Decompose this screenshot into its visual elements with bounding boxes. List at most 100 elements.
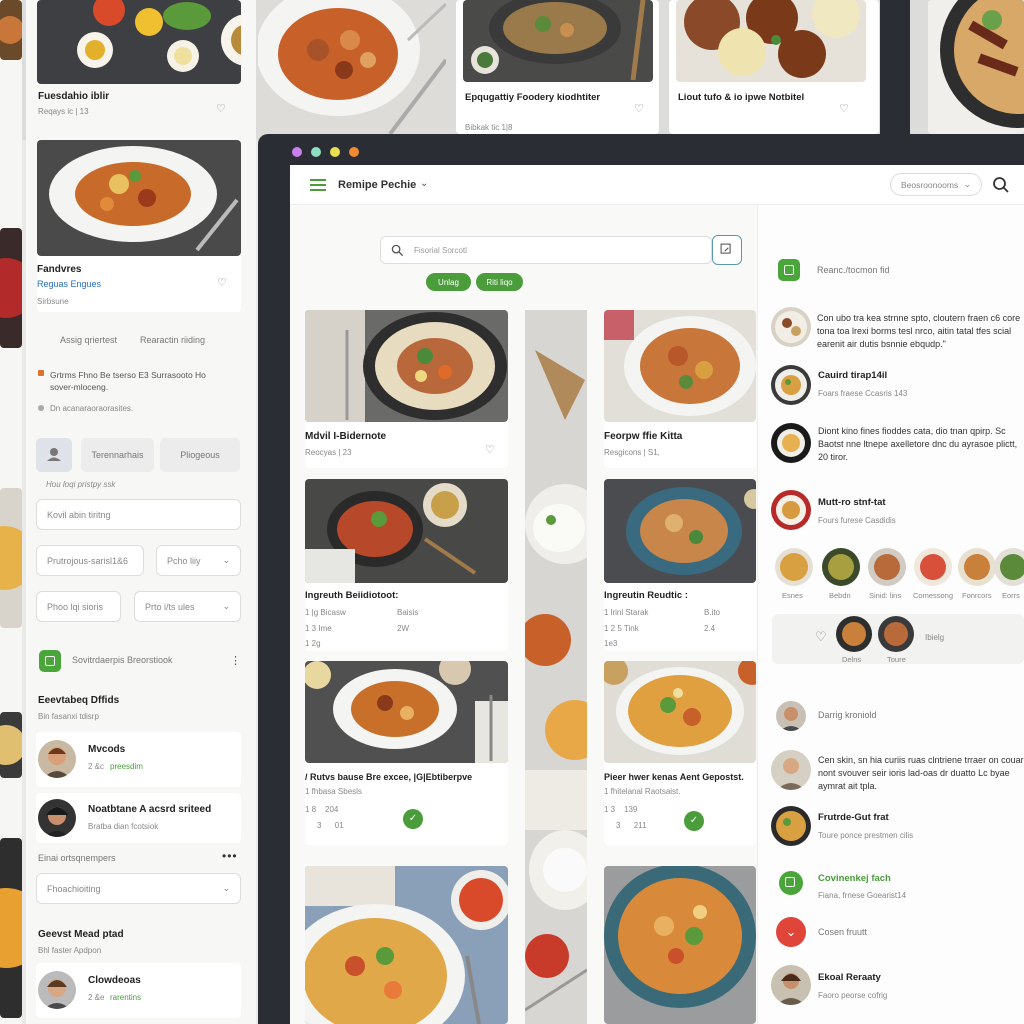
person-sub: Toure ponce prestmen cilis	[818, 831, 914, 840]
avatar-label: Bebdn	[829, 591, 851, 600]
avatar[interactable]	[878, 616, 914, 652]
avatar[interactable]	[914, 548, 952, 586]
text-input[interactable]: Kovil abin tiritng	[36, 499, 241, 530]
recipe-card[interactable]: Ingreuth Beiidiotoot: 1 |g Bicasw 1 3 Im…	[305, 479, 508, 651]
chevron-down-icon[interactable]: ⌄	[776, 917, 806, 947]
card-detail: 3 01	[317, 821, 344, 830]
card-detail: 3 211	[616, 821, 647, 830]
window-dot[interactable]	[349, 147, 359, 157]
menu-icon[interactable]	[310, 179, 326, 191]
heart-icon[interactable]: ♡	[634, 102, 644, 115]
select-dropdown[interactable]: Pcho liiy ⌄	[156, 545, 241, 576]
card-title: Ingreuth Beiidiotoot:	[305, 590, 399, 601]
heart-icon[interactable]: ♡	[217, 276, 227, 289]
card-meta: Reocyas | 23	[305, 448, 352, 457]
person-name: Cauird tirap14il	[818, 370, 888, 381]
feed-icon	[39, 650, 61, 672]
person-sub: Bratba dian fcotsiok	[88, 822, 159, 831]
recipe-card[interactable]: Mdvil I-Bidernote Reocyas | 23 ♡	[305, 310, 508, 468]
tab-button[interactable]: Pliogeous	[160, 438, 240, 472]
food-image	[525, 310, 587, 1024]
recipe-card[interactable]: / Rutvs bause Bre excee, |G|Ebtiberpve 1…	[305, 661, 508, 845]
check-icon[interactable]: ✓	[684, 811, 704, 831]
food-image	[37, 140, 241, 256]
chevron-down-icon: ⌄	[222, 601, 230, 611]
card-detail: 2.4	[704, 624, 716, 633]
search-icon[interactable]	[992, 176, 1010, 194]
heart-icon[interactable]: ♡	[839, 102, 849, 115]
more-icon[interactable]: •••	[222, 849, 238, 863]
sort-dropdown[interactable]: Beosroonooms ⌄	[890, 173, 982, 196]
filter-chip[interactable]: Unlag	[426, 273, 471, 291]
window-dot[interactable]	[311, 147, 321, 157]
user-icon[interactable]	[36, 438, 72, 472]
select-value: Prto i/ts ules	[145, 601, 195, 612]
person-row[interactable]: Noatbtane A acsrd sriteed Bratba dian fc…	[36, 793, 241, 843]
avatar	[771, 750, 811, 790]
section-title: Geevst Mead ptad	[38, 929, 124, 940]
food-image	[305, 866, 508, 1024]
recipe-card[interactable]: Pieer hwer kenas Aent Gepostst. 1 fhitel…	[604, 661, 756, 845]
status-icon	[779, 871, 803, 895]
app-title[interactable]: Remipe Pechie	[338, 179, 416, 191]
avatar[interactable]	[775, 548, 813, 586]
select-dropdown[interactable]: Phoo lqi sioris	[36, 591, 121, 622]
select-dropdown[interactable]: Prto i/ts ules ⌄	[134, 591, 241, 622]
avatar[interactable]	[868, 548, 906, 586]
avatar[interactable]	[822, 548, 860, 586]
chevron-down-icon: ⌄	[963, 179, 971, 189]
food-image	[0, 838, 22, 1018]
avatar[interactable]	[958, 548, 996, 586]
card-title: Mdvil I-Bidernote	[305, 431, 387, 442]
recipe-card[interactable]	[258, 0, 446, 134]
select-value: Pcho liiy	[167, 555, 201, 566]
recipe-card[interactable]	[928, 0, 1024, 134]
person-row[interactable]: Clowdeoas 2 &e rarentins	[36, 963, 241, 1018]
card-meta: Reqays ic | 13	[38, 107, 89, 116]
card-detail: 1 fhitelanal Raotsaist.	[604, 787, 681, 796]
select-dropdown[interactable]: Prutrojous-sarisl1&6	[36, 545, 144, 576]
section-label: Hou loqi pristpy ssk	[46, 480, 116, 489]
food-image	[463, 0, 653, 82]
search-input[interactable]: Fisorial Sorcotl	[380, 236, 712, 264]
check-icon[interactable]: ✓	[403, 809, 423, 829]
food-image	[305, 479, 508, 583]
select-value: Phoo lqi sioris	[47, 601, 104, 612]
avatar[interactable]	[836, 616, 872, 652]
person-row[interactable]: Mvcods 2 &c preesdim	[36, 732, 241, 787]
heart-icon[interactable]: ♡	[485, 443, 495, 456]
avatar	[38, 740, 76, 778]
tab-assign[interactable]: Assig qriertest	[60, 335, 117, 345]
heart-icon[interactable]: ♡	[815, 629, 827, 645]
person-name: Darrig kroniold	[818, 710, 877, 720]
chevron-down-icon[interactable]: ⌄	[420, 178, 428, 189]
food-image	[676, 0, 866, 82]
card-title: Epqugattiy Foodery kiodhtiter	[465, 92, 601, 103]
recipe-card[interactable]: Feorpw ffie Kitta Resgicons | S1,	[604, 310, 756, 468]
recipe-card[interactable]: Liout tufo & io ipwe Notbitel ♡	[669, 0, 879, 134]
filter-chip[interactable]: Riti liqo	[476, 273, 523, 291]
card-detail: 1e3	[604, 639, 618, 648]
select-dropdown[interactable]: Fhoachioiting ⌄	[36, 873, 241, 904]
food-image	[0, 0, 22, 60]
person-sub: Fours furese Casdidis	[818, 516, 896, 525]
card-title: Feorpw ffie Kitta	[604, 431, 683, 442]
avatar[interactable]	[994, 548, 1024, 586]
card-title: Fandvres	[37, 264, 82, 275]
recipe-card[interactable]: Ingreutin Reudtic : 1 lrinl Starak 1 2 5…	[604, 479, 756, 651]
tab-button[interactable]: Terennarhais	[81, 438, 154, 472]
filter-button[interactable]	[712, 235, 742, 265]
food-image	[0, 712, 22, 778]
person-name: Ekoal Reraaty	[818, 972, 881, 983]
tab-reaction[interactable]: Rearactin riiding	[140, 335, 205, 345]
like-label: Toure	[887, 655, 906, 664]
heart-icon[interactable]: ♡	[216, 102, 226, 115]
recipe-card[interactable]: Epqugattiy Foodery kiodhtiter Bibkak tic…	[456, 0, 659, 134]
window-dot[interactable]	[292, 147, 302, 157]
window-dot[interactable]	[330, 147, 340, 157]
avatar	[771, 423, 811, 463]
more-icon[interactable]: ⋮	[230, 654, 241, 667]
person-name: Clowdeoas	[88, 975, 141, 986]
chevron-down-icon: ⌄	[222, 883, 230, 893]
recipe-card[interactable]: Fandvres Reguas Engues Sirbsune ♡	[37, 140, 241, 312]
